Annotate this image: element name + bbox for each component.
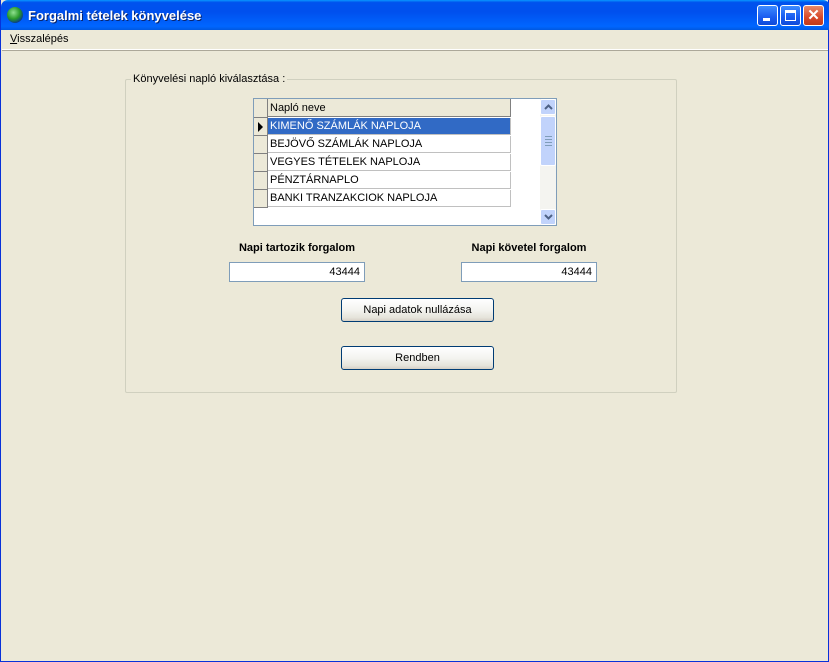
ok-button[interactable]: Rendben [341,346,494,370]
table-cell[interactable]: KIMENŐ SZÁMLÁK NAPLOJA [268,118,511,135]
grid-header: Napló neve [254,99,512,118]
group-legend: Könyvelési napló kiválasztása : [131,73,288,85]
main-window: Forgalmi tételek könyvelése ✕ Visszalépé… [0,0,829,662]
row-indicator[interactable] [254,154,268,172]
debit-turnover-label: Napi tartozik forgalom [238,242,356,254]
maximize-button[interactable] [780,5,801,26]
debit-turnover-field[interactable]: 43444 [229,262,365,282]
maximize-icon [785,10,796,21]
table-cell[interactable]: VEGYES TÉTELEK NAPLOJA [268,154,511,171]
table-cell[interactable]: BANKI TRANZAKCIOK NAPLOJA [268,190,511,207]
title-bar[interactable]: Forgalmi tételek könyvelése ✕ [1,0,829,30]
table-cell[interactable]: PÉNZTÁRNAPLO [268,172,511,189]
chevron-up-icon [544,104,553,110]
globe-app-icon [7,7,23,23]
table-row[interactable]: VEGYES TÉTELEK NAPLOJA [254,154,512,172]
menu-item-back[interactable]: Visszalépés [10,33,69,45]
grid-corner [254,99,268,118]
chevron-down-icon [544,214,553,220]
table-row[interactable]: KIMENŐ SZÁMLÁK NAPLOJA [254,118,512,136]
current-row-icon [258,122,263,132]
table-row[interactable]: PÉNZTÁRNAPLO [254,172,512,190]
row-indicator[interactable] [254,118,268,136]
credit-turnover-label: Napi követel forgalom [471,242,587,254]
journal-grid[interactable]: Napló neve KIMENŐ SZÁMLÁK NAPLOJA BEJÖVŐ… [253,98,557,226]
table-row[interactable]: BEJÖVŐ SZÁMLÁK NAPLOJA [254,136,512,154]
menu-item-label: isszalépés [17,33,69,45]
scroll-down-button[interactable] [540,209,556,225]
credit-turnover-field[interactable]: 43444 [461,262,597,282]
reset-daily-data-button[interactable]: Napi adatok nullázása [341,298,494,322]
row-indicator[interactable] [254,136,268,154]
minimize-button[interactable] [757,5,778,26]
vertical-scrollbar[interactable] [540,99,556,225]
close-icon: ✕ [807,7,820,24]
menu-bar: Visszalépés [2,30,828,50]
window-title: Forgalmi tételek könyvelése [28,8,202,23]
table-cell[interactable]: BEJÖVŐ SZÁMLÁK NAPLOJA [268,136,511,153]
column-header-journal-name[interactable]: Napló neve [268,99,511,117]
grip-line [545,139,552,140]
grip-line [545,142,552,143]
scroll-up-button[interactable] [540,99,556,115]
close-button[interactable]: ✕ [803,5,824,26]
row-indicator[interactable] [254,172,268,190]
minimize-icon [763,18,770,21]
scroll-thumb[interactable] [540,116,556,166]
grip-line [545,145,552,146]
row-indicator[interactable] [254,190,268,208]
grip-line [545,136,552,137]
table-row[interactable]: BANKI TRANZAKCIOK NAPLOJA [254,190,512,208]
